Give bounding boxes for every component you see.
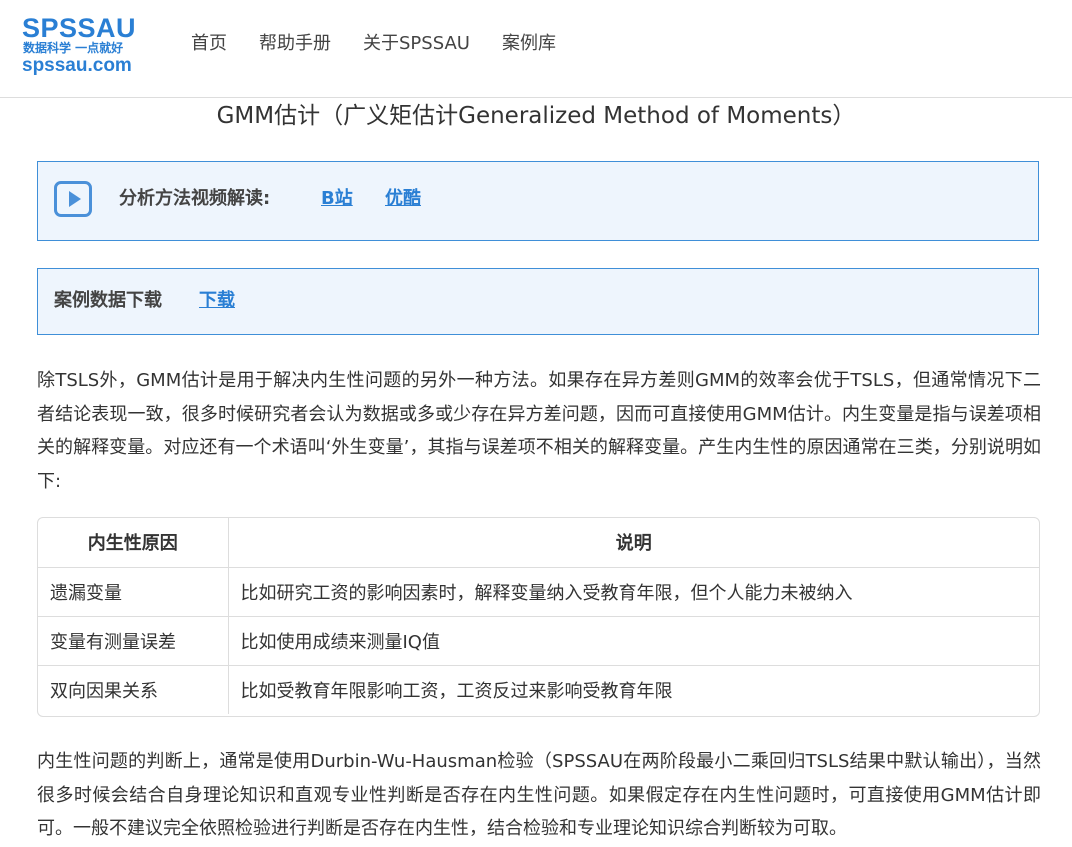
logo-wordmark: SPSSAU xyxy=(22,13,137,43)
video-tutorial-label: 分析方法视频解读: xyxy=(119,188,271,209)
table-header-row: 内生性原因 说明 xyxy=(38,518,1039,568)
spssau-logo[interactable]: SPSSAU 数据科学 一点就好 spssau.com xyxy=(22,13,138,76)
intro-paragraph: 除TSLS外，GMM估计是用于解决内生性问题的另外一种方法。如果存在异方差则GM… xyxy=(37,370,1041,492)
case-data-label: 案例数据下载 xyxy=(54,290,162,311)
nav-about[interactable]: 关于SPSSAU xyxy=(363,31,470,57)
logo-url: spssau.com xyxy=(22,55,132,76)
table-row: 双向因果关系 比如受教育年限影响工资，工资反过来影响受教育年限 xyxy=(38,665,1039,714)
judgement-paragraph: 内生性问题的判断上，通常是使用Durbin-Wu-Hausman检验（SPSSA… xyxy=(37,751,1041,839)
table-cell-cause: 遗漏变量 xyxy=(38,567,229,617)
nav-help-manual[interactable]: 帮助手册 xyxy=(259,31,331,57)
bilibili-link[interactable]: B站 xyxy=(321,186,353,212)
case-data-box: 案例数据下载 下载 xyxy=(37,268,1039,335)
table-header-description: 说明 xyxy=(228,518,1039,568)
play-icon[interactable] xyxy=(54,181,92,217)
main-nav: 首页 帮助手册 关于SPSSAU 案例库 xyxy=(191,31,588,57)
table-row: 变量有测量误差 比如使用成绩来测量IQ值 xyxy=(38,616,1039,666)
table-cell-description: 比如使用成绩来测量IQ值 xyxy=(228,616,1039,666)
video-tutorial-box: 分析方法视频解读: B站 优酷 xyxy=(37,161,1039,241)
youku-link[interactable]: 优酷 xyxy=(385,186,421,212)
nav-case-library[interactable]: 案例库 xyxy=(502,31,556,57)
table-cell-description: 比如受教育年限影响工资，工资反过来影响受教育年限 xyxy=(240,680,673,702)
table-cell-description: 比如研究工资的影响因素时，解释变量纳入受教育年限，但个人能力未被纳入 xyxy=(228,567,1039,617)
page-title: GMM估计（广义矩估计Generalized Method of Moments… xyxy=(216,103,856,129)
table-cell-cause: 变量有测量误差 xyxy=(38,616,229,666)
site-header: SPSSAU 数据科学 一点就好 spssau.com 首页 帮助手册 关于SP… xyxy=(0,0,1072,98)
endogeneity-table: 内生性原因 说明 遗漏变量 比如研究工资的影响因素时，解释变量纳入受教育年限，但… xyxy=(37,517,1040,717)
download-link[interactable]: 下载 xyxy=(199,288,235,314)
logo-slogan: 数据科学 一点就好 xyxy=(23,41,124,55)
table-row: 遗漏变量 比如研究工资的影响因素时，解释变量纳入受教育年限，但个人能力未被纳入 xyxy=(38,567,1039,617)
nav-home[interactable]: 首页 xyxy=(191,31,227,57)
table-header-cause: 内生性原因 xyxy=(38,518,229,568)
table-cell-cause: 双向因果关系 xyxy=(38,665,229,714)
